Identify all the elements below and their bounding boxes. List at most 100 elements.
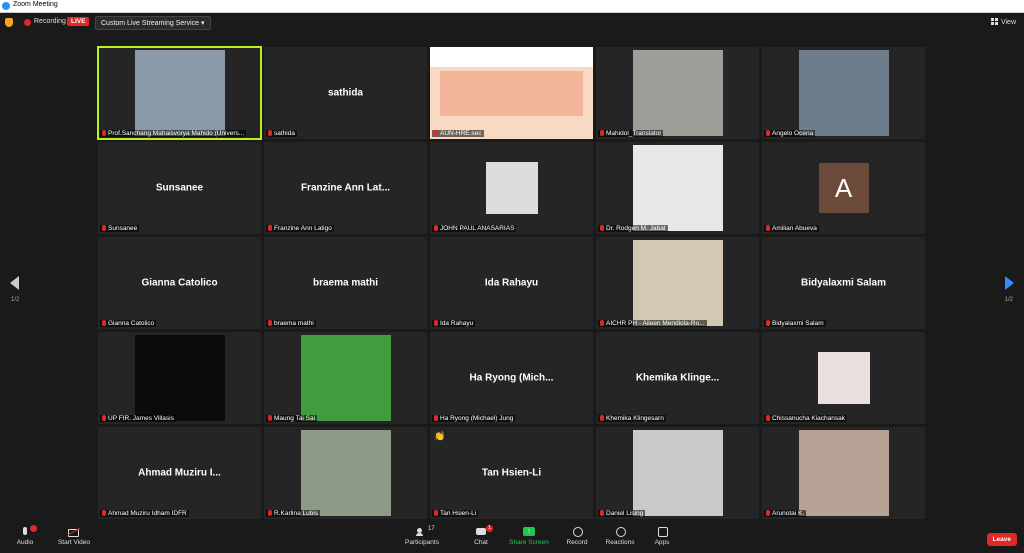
participant-name-label: Ahmad Muziru Idham IDFR [100,510,189,517]
meeting-toolbar: Audio Start Video 17 Participants 1 Chat… [0,525,1024,553]
participant-name-text: Khemika Klingesarn [606,415,664,422]
slide-banner [440,71,583,116]
leave-button[interactable]: Leave [986,533,1017,546]
muted-mic-icon [102,415,106,421]
participant-tile[interactable]: Khemika Klinge... Khemika Klingesarn [596,332,759,424]
start-video-button[interactable]: Start Video [54,527,94,546]
participant-tile[interactable]: Sunsanee Sunsanee [98,142,261,234]
smiley-reaction-icon [614,527,626,537]
record-button[interactable]: Record [564,527,590,546]
slide-header [430,47,593,67]
muted-mic-icon [600,510,604,516]
participant-tile[interactable]: R.Karlina Lubis [264,427,427,519]
participant-tile[interactable]: Chissanucha Kiachansak [762,332,925,424]
record-icon [571,527,583,537]
participant-name-text: Ha Ryong (Michael) Jung [440,415,514,422]
participant-tile[interactable]: Ha Ryong (Mich... Ha Ryong (Michael) Jung [430,332,593,424]
stream-label: Custom Live Streaming Service [101,20,200,27]
participant-tile[interactable]: Prof.Sanchang Mahaisvorya Mahido (Univer… [97,46,262,140]
share-screen-button[interactable]: ↑ Share Screen [508,527,550,546]
participant-tile[interactable]: Mahidol_Translator [596,47,759,139]
participants-button[interactable]: 17 Participants [402,526,442,546]
participant-tile[interactable]: AICHR PH - Aileen Mendiola-Ro... [596,237,759,329]
live-badge: LIVE [67,17,90,26]
participant-name-label: Ha Ryong (Michael) Jung [432,415,516,422]
zoom-app-icon [2,2,10,10]
participant-tile[interactable]: Tan Hsien-Li 👏 Tan Hsien-Li [430,427,593,519]
window-title: Zoom Meeting [13,1,58,8]
participant-name-text: Gianna Catolico [108,320,155,327]
recording-label: Recording [34,18,66,25]
security-shield-icon[interactable] [5,18,13,27]
participant-name-label: R.Karlina Lubis [266,510,321,517]
participant-video [485,162,538,214]
page-indicator-left: 1/2 [11,297,20,303]
view-label: View [1000,19,1016,26]
participant-name-text: Amilian Abueva [772,225,817,232]
participant-tile[interactable]: Arunotai K. [762,427,925,519]
participant-name-text: braema mathi [274,320,314,327]
participant-tile[interactable]: Ahmad Muziru I... Ahmad Muziru Idham IDFR [98,427,261,519]
participant-video [300,335,391,421]
participant-tile[interactable]: sathida sathida [264,47,427,139]
participant-name-label: Tan Hsien-Li [432,510,479,517]
recording-dot-icon [24,19,31,26]
view-button[interactable]: View [990,18,1016,26]
muted-mic-icon [268,320,272,326]
participant-name-text: Mahidol_Translator [606,130,662,137]
participant-display-name: braema mathi [312,277,379,289]
participant-name-text: Ida Rahayu [440,320,474,327]
grid-view-icon [990,18,998,25]
apps-label: Apps [654,539,670,546]
participant-tile[interactable]: Ida Rahayu Ida Rahayu [430,237,593,329]
muted-mic-icon [766,415,770,421]
participant-name-text: Daniel Lising [606,510,644,517]
muted-mic-icon [600,225,604,231]
apps-button[interactable]: Apps [650,527,674,546]
muted-mic-icon [434,225,438,231]
live-stream-dropdown[interactable]: Custom Live Streaming Service ▾ [95,16,211,30]
participant-name-text: Chissanucha Kiachansak [772,415,845,422]
muted-mic-icon [102,320,106,326]
share-screen-icon: ↑ [523,527,535,537]
participant-tile[interactable]: Daniel Lising [596,427,759,519]
participant-tile[interactable]: Gianna Catolico Gianna Catolico [98,237,261,329]
participant-name-text: Prof.Sanchang Mahaisvorya Mahido (Univer… [108,130,245,137]
muted-mic-icon [766,320,770,326]
participant-tile[interactable]: A Amilian Abueva [762,142,925,234]
participant-tile[interactable]: Dr. Rodgen M. Jabat [596,142,759,234]
reactions-button[interactable]: Reactions [604,527,636,546]
participant-tile[interactable]: JOHN PAUL ANASARIAS [430,142,593,234]
participant-tile[interactable]: Franzine Ann Lat... Franzine Ann Latigo [264,142,427,234]
participant-tile[interactable]: AUN-HRE.sec [430,47,593,139]
participant-tile[interactable]: UP FIR. James Villasis [98,332,261,424]
next-page-arrow-icon[interactable] [1005,276,1014,290]
muted-mic-icon [102,130,106,136]
participant-display-name: Ahmad Muziru I... [138,467,221,479]
chat-button[interactable]: 1 Chat [470,525,493,546]
participant-name-text: AUN-HRE.sec [440,130,482,137]
participant-name-label: Khemika Klingesarn [598,415,666,422]
window-titlebar: Zoom Meeting [0,0,1024,13]
muted-mic-icon [434,415,438,421]
participant-name-label: UP FIR. James Villasis [100,415,176,422]
participant-tile[interactable]: Maung Tai Sai [264,332,427,424]
participant-video [798,50,889,136]
participant-name-text: AICHR PH - Aileen Mendiola-Ro... [606,320,705,327]
previous-page-arrow-icon[interactable] [10,276,19,290]
audio-button[interactable]: Audio [12,525,38,546]
muted-mic-icon [268,225,272,231]
participant-tile[interactable]: Angelo Ocena [762,47,925,139]
reactions-label: Reactions [605,539,635,546]
participant-name-label: Arunotai K. [764,510,807,517]
audio-badge-icon [30,525,37,532]
participant-tile[interactable]: Bidyalaxmi Salam Bidyalaxmi Salam [762,237,925,329]
start-video-label: Start Video [57,539,91,546]
participant-name-label: Prof.Sanchang Mahaisvorya Mahido (Univer… [100,130,247,137]
participant-display-name: Franzine Ann Lat... [300,182,391,194]
participant-tile[interactable]: braema mathi braema mathi [264,237,427,329]
chat-bubble-icon: 1 [475,525,493,537]
participant-name-label: Chissanucha Kiachansak [764,415,847,422]
participant-name-label: Sunsanee [100,225,140,232]
participant-name-text: Tan Hsien-Li [440,510,477,517]
